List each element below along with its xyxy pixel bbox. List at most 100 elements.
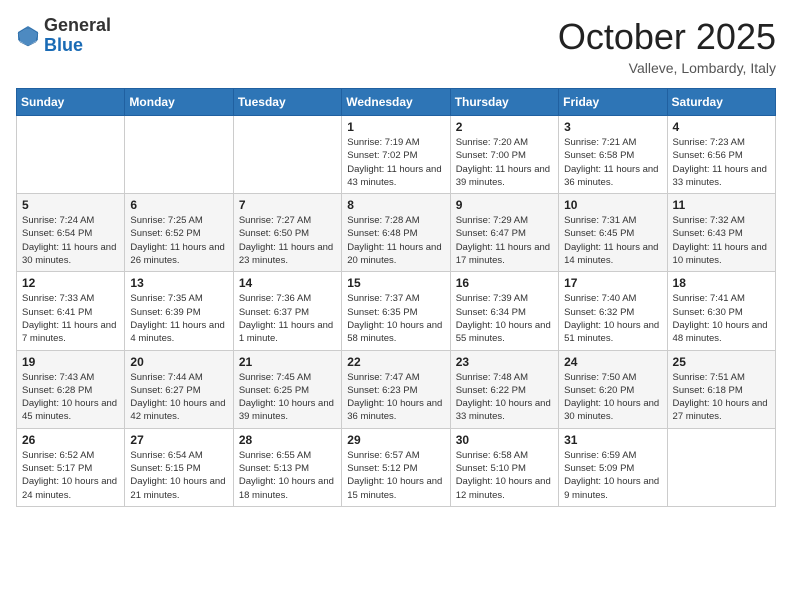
day-number: 5 (22, 198, 119, 212)
calendar-cell: 14 Sunrise: 7:36 AM Sunset: 6:37 PM Dayli… (233, 272, 341, 350)
calendar-week-4: 19 Sunrise: 7:43 AM Sunset: 6:28 PM Dayli… (17, 350, 776, 428)
day-number: 9 (456, 198, 553, 212)
calendar-cell (233, 116, 341, 194)
weekday-header-sunday: Sunday (17, 89, 125, 116)
calendar-cell: 4 Sunrise: 7:23 AM Sunset: 6:56 PM Daylig… (667, 116, 775, 194)
day-info: Sunrise: 7:19 AM Sunset: 7:02 PM Dayligh… (347, 136, 444, 189)
calendar-cell: 9 Sunrise: 7:29 AM Sunset: 6:47 PM Daylig… (450, 194, 558, 272)
day-info: Sunrise: 7:20 AM Sunset: 7:00 PM Dayligh… (456, 136, 553, 189)
day-info: Sunrise: 6:55 AM Sunset: 5:13 PM Dayligh… (239, 449, 336, 502)
calendar-week-5: 26Sunrise: 6:52 AM Sunset: 5:17 PM Dayli… (17, 428, 776, 506)
calendar-cell: 23Sunrise: 7:48 AM Sunset: 6:22 PM Dayli… (450, 350, 558, 428)
day-number: 21 (239, 355, 336, 369)
day-info: Sunrise: 7:24 AM Sunset: 6:54 PM Dayligh… (22, 214, 119, 267)
day-info: Sunrise: 6:58 AM Sunset: 5:10 PM Dayligh… (456, 449, 553, 502)
day-number: 7 (239, 198, 336, 212)
calendar-cell: 18Sunrise: 7:41 AM Sunset: 6:30 PM Dayli… (667, 272, 775, 350)
day-info: Sunrise: 6:59 AM Sunset: 5:09 PM Dayligh… (564, 449, 661, 502)
day-number: 20 (130, 355, 227, 369)
day-number: 28 (239, 433, 336, 447)
day-info: Sunrise: 7:27 AM Sunset: 6:50 PM Dayligh… (239, 214, 336, 267)
calendar-cell: 2 Sunrise: 7:20 AM Sunset: 7:00 PM Daylig… (450, 116, 558, 194)
weekday-header-wednesday: Wednesday (342, 89, 450, 116)
day-info: Sunrise: 7:23 AM Sunset: 6:56 PM Dayligh… (673, 136, 770, 189)
day-info: Sunrise: 7:47 AM Sunset: 6:23 PM Dayligh… (347, 371, 444, 424)
month-title: October 2025 (558, 16, 776, 58)
day-info: Sunrise: 7:36 AM Sunset: 6:37 PM Dayligh… (239, 292, 336, 345)
title-block: October 2025 Valleve, Lombardy, Italy (558, 16, 776, 76)
day-info: Sunrise: 7:44 AM Sunset: 6:27 PM Dayligh… (130, 371, 227, 424)
day-number: 17 (564, 276, 661, 290)
weekday-header-friday: Friday (559, 89, 667, 116)
day-number: 6 (130, 198, 227, 212)
calendar-table: SundayMondayTuesdayWednesdayThursdayFrid… (16, 88, 776, 507)
day-info: Sunrise: 7:39 AM Sunset: 6:34 PM Dayligh… (456, 292, 553, 345)
calendar-cell: 28 Sunrise: 6:55 AM Sunset: 5:13 PM Dayli… (233, 428, 341, 506)
calendar-cell: 24Sunrise: 7:50 AM Sunset: 6:20 PM Dayli… (559, 350, 667, 428)
day-number: 23 (456, 355, 553, 369)
day-number: 24 (564, 355, 661, 369)
calendar-cell: 17 Sunrise: 7:40 AM Sunset: 6:32 PM Dayli… (559, 272, 667, 350)
logo-icon (16, 24, 40, 48)
day-number: 3 (564, 120, 661, 134)
day-number: 8 (347, 198, 444, 212)
day-number: 22 (347, 355, 444, 369)
page-header: General Blue October 2025 Valleve, Lomba… (16, 16, 776, 76)
calendar-cell: 1Sunrise: 7:19 AM Sunset: 7:02 PM Daylig… (342, 116, 450, 194)
calendar-cell: 10 Sunrise: 7:31 AM Sunset: 6:45 PM Dayli… (559, 194, 667, 272)
day-number: 15 (347, 276, 444, 290)
day-info: Sunrise: 7:31 AM Sunset: 6:45 PM Dayligh… (564, 214, 661, 267)
calendar-cell: 20 Sunrise: 7:44 AM Sunset: 6:27 PM Dayli… (125, 350, 233, 428)
calendar-cell (125, 116, 233, 194)
calendar-cell: 22 Sunrise: 7:47 AM Sunset: 6:23 PM Dayli… (342, 350, 450, 428)
day-info: Sunrise: 7:28 AM Sunset: 6:48 PM Dayligh… (347, 214, 444, 267)
calendar-cell: 13Sunrise: 7:35 AM Sunset: 6:39 PM Dayli… (125, 272, 233, 350)
day-info: Sunrise: 6:52 AM Sunset: 5:17 PM Dayligh… (22, 449, 119, 502)
calendar-cell: 15 Sunrise: 7:37 AM Sunset: 6:35 PM Dayli… (342, 272, 450, 350)
day-number: 10 (564, 198, 661, 212)
calendar-cell (17, 116, 125, 194)
calendar-cell (667, 428, 775, 506)
calendar-cell: 30 Sunrise: 6:58 AM Sunset: 5:10 PM Dayli… (450, 428, 558, 506)
day-number: 27 (130, 433, 227, 447)
day-number: 11 (673, 198, 770, 212)
calendar-cell: 8 Sunrise: 7:28 AM Sunset: 6:48 PM Daylig… (342, 194, 450, 272)
day-number: 25 (673, 355, 770, 369)
day-number: 16 (456, 276, 553, 290)
day-number: 4 (673, 120, 770, 134)
day-number: 12 (22, 276, 119, 290)
calendar-cell: 25 Sunrise: 7:51 AM Sunset: 6:18 PM Dayli… (667, 350, 775, 428)
calendar-cell: 6Sunrise: 7:25 AM Sunset: 6:52 PM Daylig… (125, 194, 233, 272)
day-info: Sunrise: 7:51 AM Sunset: 6:18 PM Dayligh… (673, 371, 770, 424)
calendar-cell: 29Sunrise: 6:57 AM Sunset: 5:12 PM Dayli… (342, 428, 450, 506)
day-info: Sunrise: 7:33 AM Sunset: 6:41 PM Dayligh… (22, 292, 119, 345)
day-info: Sunrise: 7:40 AM Sunset: 6:32 PM Dayligh… (564, 292, 661, 345)
day-number: 30 (456, 433, 553, 447)
calendar-cell: 21Sunrise: 7:45 AM Sunset: 6:25 PM Dayli… (233, 350, 341, 428)
calendar-week-1: 1Sunrise: 7:19 AM Sunset: 7:02 PM Daylig… (17, 116, 776, 194)
calendar-cell: 16 Sunrise: 7:39 AM Sunset: 6:34 PM Dayli… (450, 272, 558, 350)
day-info: Sunrise: 7:21 AM Sunset: 6:58 PM Dayligh… (564, 136, 661, 189)
logo: General Blue (16, 16, 111, 56)
calendar-cell: 3 Sunrise: 7:21 AM Sunset: 6:58 PM Daylig… (559, 116, 667, 194)
day-info: Sunrise: 7:41 AM Sunset: 6:30 PM Dayligh… (673, 292, 770, 345)
calendar-week-3: 12 Sunrise: 7:33 AM Sunset: 6:41 PM Dayli… (17, 272, 776, 350)
calendar-header-row: SundayMondayTuesdayWednesdayThursdayFrid… (17, 89, 776, 116)
day-info: Sunrise: 7:29 AM Sunset: 6:47 PM Dayligh… (456, 214, 553, 267)
day-number: 19 (22, 355, 119, 369)
calendar-cell: 12 Sunrise: 7:33 AM Sunset: 6:41 PM Dayli… (17, 272, 125, 350)
day-info: Sunrise: 7:43 AM Sunset: 6:28 PM Dayligh… (22, 371, 119, 424)
calendar-cell: 5 Sunrise: 7:24 AM Sunset: 6:54 PM Daylig… (17, 194, 125, 272)
day-number: 31 (564, 433, 661, 447)
weekday-header-monday: Monday (125, 89, 233, 116)
calendar-body: 1Sunrise: 7:19 AM Sunset: 7:02 PM Daylig… (17, 116, 776, 507)
weekday-header-thursday: Thursday (450, 89, 558, 116)
location-subtitle: Valleve, Lombardy, Italy (558, 60, 776, 76)
calendar-cell: 26Sunrise: 6:52 AM Sunset: 5:17 PM Dayli… (17, 428, 125, 506)
day-number: 13 (130, 276, 227, 290)
day-info: Sunrise: 7:32 AM Sunset: 6:43 PM Dayligh… (673, 214, 770, 267)
day-number: 14 (239, 276, 336, 290)
day-number: 2 (456, 120, 553, 134)
calendar-week-2: 5 Sunrise: 7:24 AM Sunset: 6:54 PM Daylig… (17, 194, 776, 272)
day-info: Sunrise: 7:37 AM Sunset: 6:35 PM Dayligh… (347, 292, 444, 345)
